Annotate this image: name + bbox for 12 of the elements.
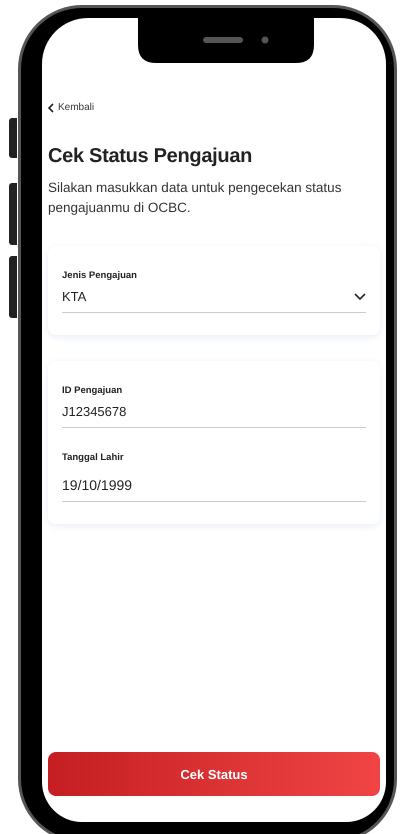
page-title: Cek Status Pengajuan	[48, 145, 254, 168]
dropdown-field[interactable]: KTA	[62, 289, 366, 313]
field-label: Jenis Pengajuan	[62, 270, 138, 281]
description-text: Silakan masukkan data untuk pengecekan status pengajuanmu di OCBC.	[48, 179, 342, 217]
cek-status-button[interactable]: Cek Status	[48, 752, 380, 796]
back-chevron-icon	[48, 102, 54, 112]
input-field[interactable]: J12345678	[62, 404, 366, 428]
chevron-down-icon	[354, 292, 366, 300]
field-label: Tanggal Lahir	[62, 452, 125, 463]
field-label: ID Pengajuan	[62, 385, 124, 396]
date-field[interactable]: 19/10/1999	[62, 477, 366, 502]
back-link[interactable]: Kembali	[48, 102, 94, 113]
